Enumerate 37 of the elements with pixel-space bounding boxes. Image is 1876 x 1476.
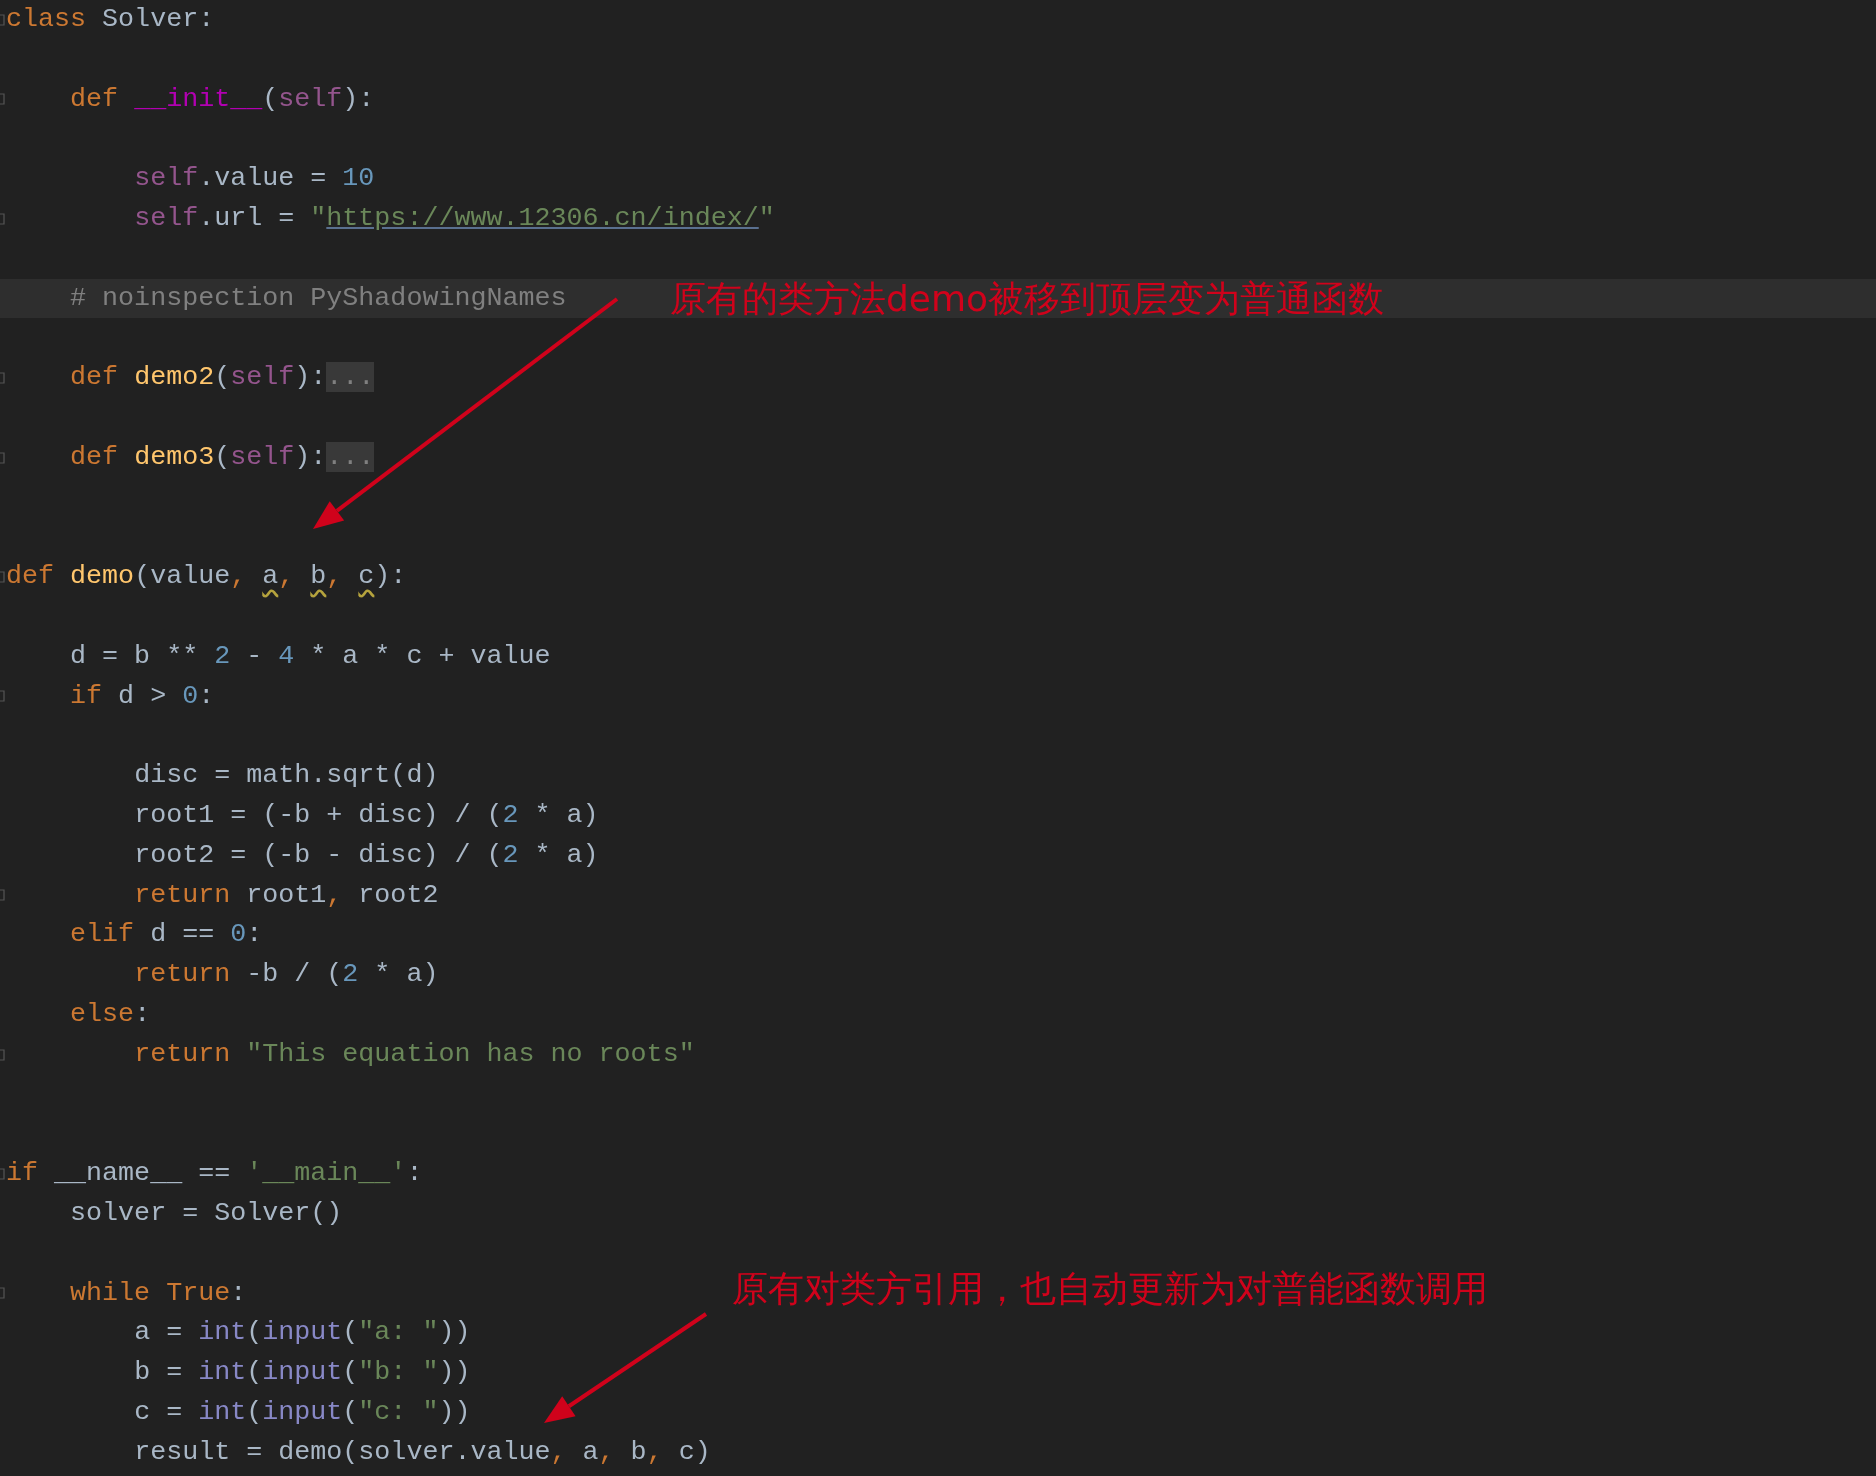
fold-marker-icon[interactable]	[0, 690, 5, 703]
code-line: else:	[70, 997, 151, 1031]
code-line: result = demo(solver.value, a, b, c)	[134, 1435, 711, 1469]
code-line: b = int(input("b: "))	[134, 1356, 471, 1390]
fold-marker-icon[interactable]	[0, 451, 5, 464]
code-line: c = int(input("c: "))	[134, 1395, 471, 1429]
fold-marker-icon[interactable]	[0, 212, 5, 225]
code-line: solver = Solver()	[70, 1196, 343, 1230]
fold-marker-icon[interactable]	[0, 889, 5, 902]
code-line: return "This equation has no roots"	[134, 1037, 695, 1071]
code-line: if d > 0:	[70, 679, 215, 713]
code-line: root2 = (-b - disc) / (2 * a)	[134, 838, 599, 872]
code-line: disc = math.sqrt(d)	[134, 759, 439, 793]
code-line: return root1, root2	[134, 878, 439, 912]
code-line: self.value = 10	[134, 162, 375, 196]
code-line: def demo2(self):...	[70, 361, 375, 395]
code-line: def demo(value, a, b, c):	[6, 560, 407, 594]
annotation-text: 原有对类方引用，也自动更新为对普能函数调用	[732, 1267, 1488, 1311]
code-line: if __name__ == '__main__':	[6, 1157, 423, 1191]
code-line: return -b / (2 * a)	[134, 958, 439, 992]
code-line: elif d == 0:	[70, 918, 263, 952]
code-line: self.url = "https://www.12306.cn/index/"	[134, 202, 775, 235]
code-line: root1 = (-b + disc) / (2 * a)	[134, 798, 599, 832]
code-line: a = int(input("a: "))	[134, 1316, 471, 1350]
annotation-text: 原有的类方法demo被移到顶层变为普通函数	[670, 277, 1385, 321]
code-line: d = b ** 2 - 4 * a * c + value	[70, 639, 551, 673]
fold-marker-icon[interactable]	[0, 93, 5, 106]
code-line: def __init__(self):	[70, 82, 375, 116]
fold-marker-icon[interactable]	[0, 1287, 5, 1300]
fold-marker-icon[interactable]	[0, 372, 5, 385]
code-line: def demo3(self):...	[70, 440, 375, 474]
fold-marker-icon[interactable]	[0, 13, 5, 26]
fold-marker-icon[interactable]	[0, 1048, 5, 1061]
fold-marker-icon[interactable]	[0, 571, 5, 584]
code-line: while True:	[70, 1276, 247, 1310]
fold-marker-icon[interactable]	[0, 1168, 5, 1180]
code-line: class Solver:	[6, 3, 215, 36]
